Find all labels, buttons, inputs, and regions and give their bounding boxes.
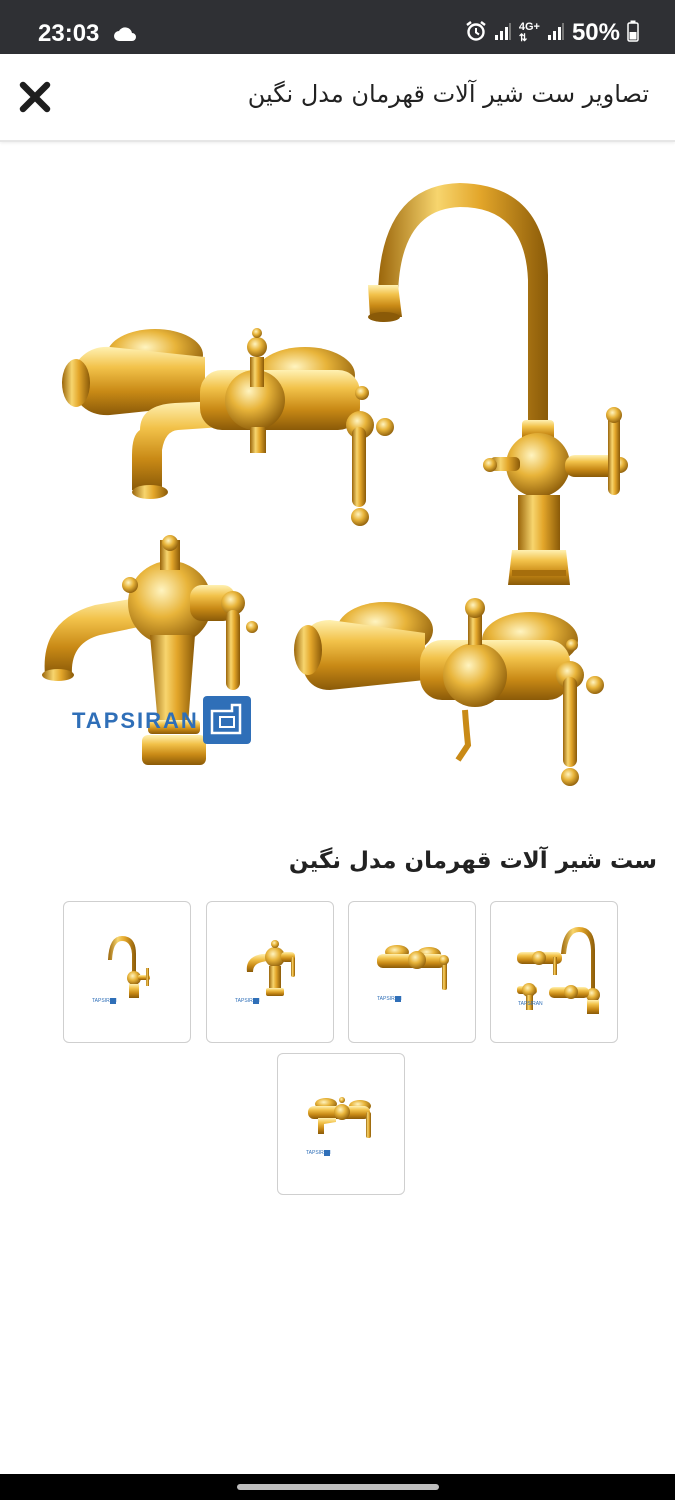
svg-text:TAPSIRAN: TAPSIRAN	[72, 708, 199, 733]
thumbnail-basin-mixer[interactable]: TAPSIRAN	[206, 901, 334, 1043]
cloud-icon	[113, 26, 137, 46]
thumbnail-shower-mixer[interactable]: TAPSIRAN	[348, 901, 476, 1043]
signal-icon-2	[547, 21, 565, 45]
svg-text:TAPSIRAN: TAPSIRAN	[518, 1001, 543, 1007]
bath-mixer-image	[62, 328, 394, 526]
viewer-header: تصاویر ست شیر آلات قهرمان مدل نگین	[0, 54, 675, 142]
main-product-image[interactable]: TAPSIRAN	[0, 165, 675, 790]
kitchen-mixer-image	[368, 183, 628, 585]
thumbnail-kitchen-mixer[interactable]: TAPSIRAN	[63, 901, 191, 1043]
page-title: تصاویر ست شیر آلات قهرمان مدل نگین	[247, 80, 649, 108]
network-type-icon: 4G+ ⇅	[518, 21, 540, 45]
shower-mixer-image	[294, 598, 604, 786]
product-title: ست شیر آلات قهرمان مدل نگین	[288, 848, 657, 874]
signal-icon	[494, 21, 512, 45]
close-button[interactable]	[18, 80, 52, 114]
thumbnail-bath-mixer[interactable]: TAPSIRAN	[277, 1053, 405, 1195]
battery-icon	[627, 20, 639, 46]
close-icon	[19, 81, 51, 113]
status-bar: 23:03 4G+ ⇅ 50%	[0, 0, 675, 54]
status-time: 23:03	[38, 20, 100, 47]
thumbnail-full-set[interactable]: TAPSIRAN	[490, 901, 618, 1043]
status-icons: 4G+ ⇅ 50%	[465, 18, 639, 48]
battery-percent: 50%	[571, 19, 620, 46]
home-indicator[interactable]	[237, 1484, 439, 1490]
alarm-icon	[465, 20, 487, 46]
